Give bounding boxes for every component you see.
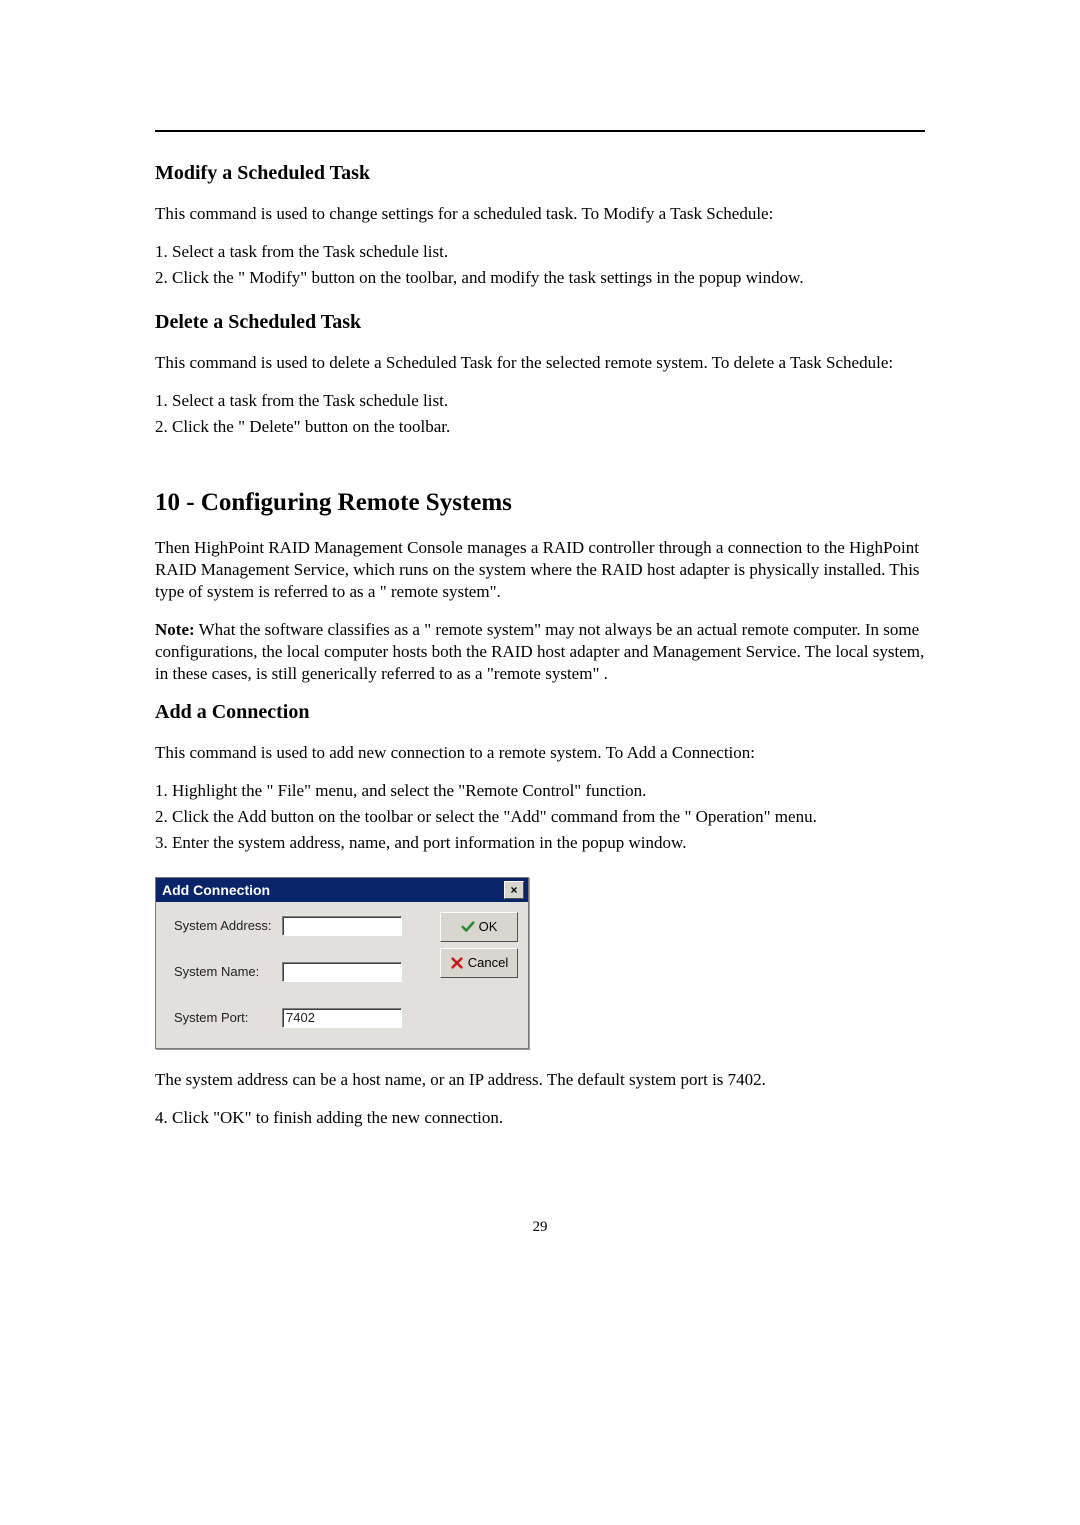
modify-step-1: 1. Select a task from the Task schedule … [155,241,925,263]
delete-intro: This command is used to delete a Schedul… [155,352,925,374]
page-number: 29 [155,1219,925,1236]
note-label: Note: [155,620,195,639]
dialog-titlebar[interactable]: Add Connection × [156,878,528,902]
add-after-2: 4. Click "OK" to finish adding the new c… [155,1107,925,1129]
ok-label: OK [479,919,498,934]
cancel-label: Cancel [468,955,508,970]
dialog-title: Add Connection [162,882,270,898]
modify-steps: 1. Select a task from the Task schedule … [155,241,925,289]
heading-delete: Delete a Scheduled Task [155,311,925,334]
ok-button[interactable]: OK [440,912,518,942]
add-intro: This command is used to add new connecti… [155,742,925,764]
field-row-name: System Name: [174,962,432,982]
label-system-address: System Address: [174,918,282,933]
add-steps: 1. Highlight the " File" menu, and selec… [155,780,925,854]
input-system-name[interactable] [282,962,402,982]
input-system-port[interactable]: 7402 [282,1008,402,1028]
field-row-address: System Address: [174,916,432,936]
check-icon [461,920,475,934]
x-icon [450,956,464,970]
document-page: Modify a Scheduled Task This command is … [0,0,1080,1296]
field-row-port: System Port: 7402 [174,1008,432,1028]
delete-step-2: 2. Click the " Delete" button on the too… [155,416,925,438]
modify-intro: This command is used to change settings … [155,203,925,225]
input-system-address[interactable] [282,916,402,936]
cancel-button[interactable]: Cancel [440,948,518,978]
config-para1: Then HighPoint RAID Management Console m… [155,537,925,603]
close-button[interactable]: × [504,881,524,899]
modify-step-2: 2. Click the " Modify" button on the too… [155,267,925,289]
add-step-3: 3. Enter the system address, name, and p… [155,832,925,854]
note-body: What the software classifies as a " remo… [155,620,924,683]
heading-modify: Modify a Scheduled Task [155,162,925,185]
header-rule [155,130,925,132]
config-note: Note: What the software classifies as a … [155,619,925,685]
label-system-name: System Name: [174,964,282,979]
dialog-fields: System Address: System Name: System Port… [164,910,440,1040]
dialog-buttons: OK Cancel [440,910,520,1040]
delete-steps: 1. Select a task from the Task schedule … [155,390,925,438]
heading-add-connection: Add a Connection [155,701,925,724]
add-step-1: 1. Highlight the " File" menu, and selec… [155,780,925,802]
dialog-body: System Address: System Name: System Port… [156,902,528,1048]
add-step-2: 2. Click the Add button on the toolbar o… [155,806,925,828]
add-after-1: The system address can be a host name, o… [155,1069,925,1091]
add-connection-dialog: Add Connection × System Address: System … [155,877,529,1049]
heading-configuring: 10 - Configuring Remote Systems [155,489,925,517]
label-system-port: System Port: [174,1010,282,1025]
delete-step-1: 1. Select a task from the Task schedule … [155,390,925,412]
